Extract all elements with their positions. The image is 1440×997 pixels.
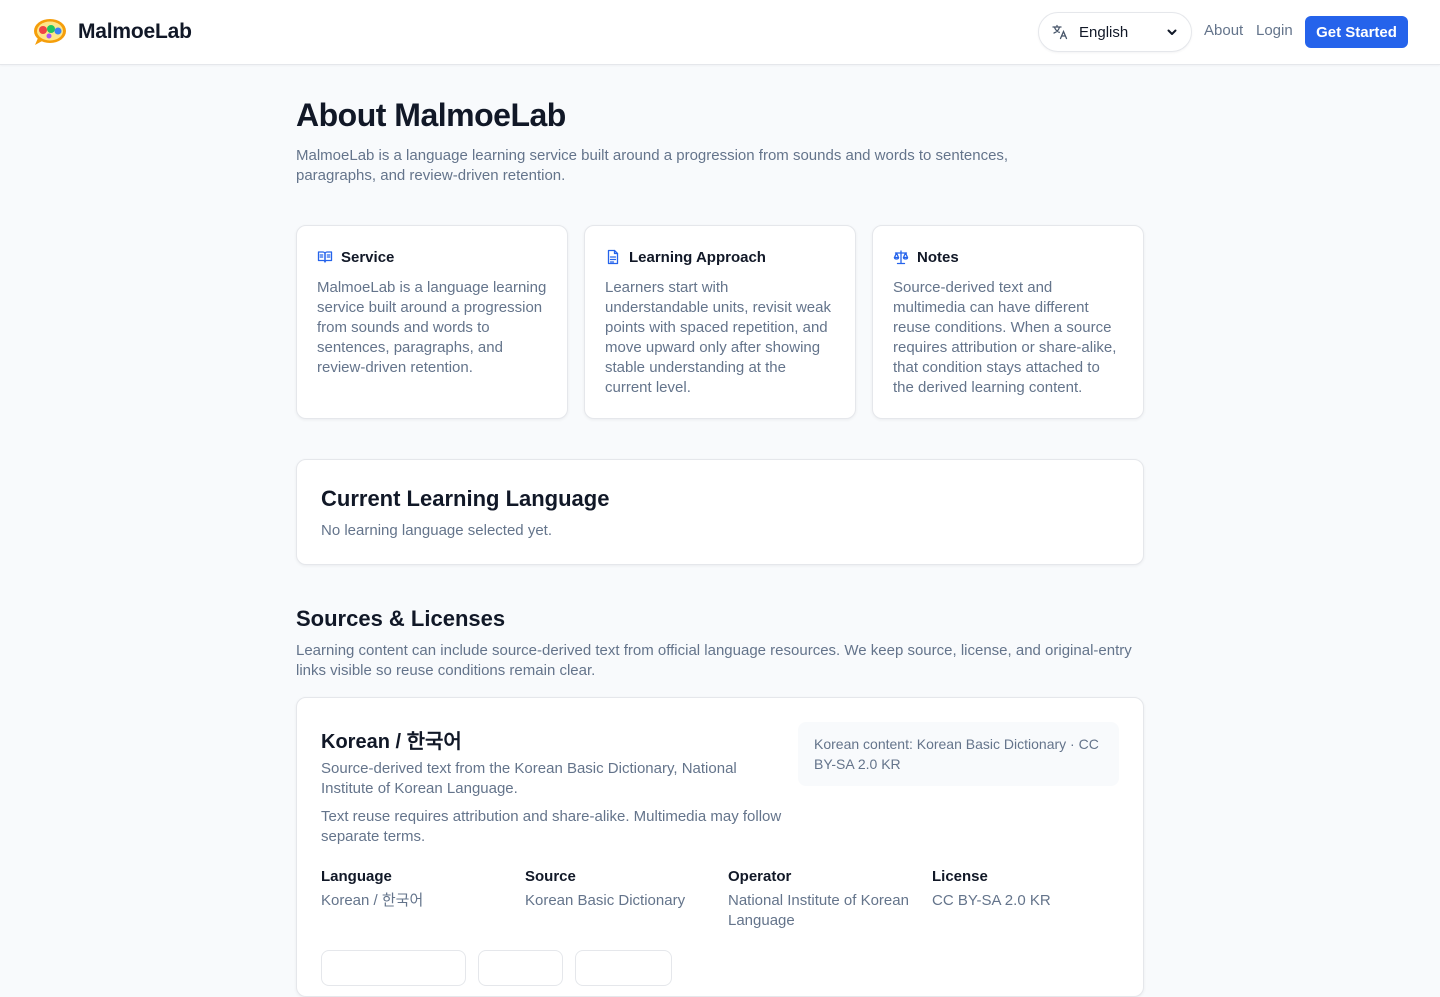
brand-name: MalmoeLab <box>78 20 192 43</box>
source-name: Korean / 한국어 <box>321 731 462 753</box>
source-link-button[interactable] <box>575 950 672 986</box>
nav-link-login[interactable]: Login <box>1256 22 1293 39</box>
book-open-icon <box>317 251 333 263</box>
card-service: Service MalmoeLab is a language learning… <box>296 225 568 419</box>
current-language-status: No learning language selected yet. <box>321 522 552 539</box>
card-learning-approach: Learning Approach Learners start with un… <box>584 225 856 419</box>
source-license-badge: Korean content: Korean Basic Dictionary … <box>798 722 1119 786</box>
source-summary: Source-derived text from the Korean Basi… <box>321 760 737 797</box>
malmoelab-logo-icon <box>34 19 66 45</box>
info-cards: Service MalmoeLab is a language learning… <box>296 225 1144 419</box>
meta-label: Source <box>525 868 576 885</box>
meta-label: License <box>932 868 988 885</box>
meta-language: Language Korean / 한국어 <box>321 868 511 911</box>
top-navigation-bar: MalmoeLab English About Login Get Starte… <box>0 0 1440 65</box>
source-link-button[interactable] <box>478 950 563 986</box>
nav-link-about[interactable]: About <box>1204 22 1243 39</box>
section-title: Current Learning Language <box>321 486 610 511</box>
card-title: Service <box>341 248 395 266</box>
meta-label: Language <box>321 868 392 885</box>
meta-source: Source Korean Basic Dictionary <box>525 868 715 911</box>
sources-description: Learning content can include source-deri… <box>296 642 1132 679</box>
card-notes: Notes Source-derived text and multimedia… <box>872 225 1144 419</box>
meta-operator: Operator National Institute of Korean La… <box>728 868 918 931</box>
source-link-buttons <box>321 950 672 986</box>
get-started-button[interactable]: Get Started <box>1305 16 1408 48</box>
sources-title: Sources & Licenses <box>296 606 506 631</box>
page-title: About MalmoeLab <box>296 97 566 133</box>
chevron-down-icon <box>1167 29 1177 35</box>
meta-value: National Institute of Korean Language <box>728 892 909 929</box>
document-icon <box>607 249 619 265</box>
meta-label: Operator <box>728 868 792 885</box>
brand[interactable]: MalmoeLab <box>32 16 192 48</box>
card-body: Source-derived text and multimedia can h… <box>893 279 1117 396</box>
page-intro: MalmoeLab is a language learning service… <box>296 147 1009 184</box>
source-terms: Text reuse requires attribution and shar… <box>321 808 782 845</box>
current-learning-language-panel: Current Learning Language No learning la… <box>296 459 1144 565</box>
source-metadata: Language Korean / 한국어 Source Korean Basi… <box>321 868 1121 938</box>
language-select[interactable]: English <box>1038 12 1192 52</box>
source-link-button[interactable] <box>321 950 466 986</box>
card-title: Learning Approach <box>629 248 766 266</box>
meta-value: CC BY-SA 2.0 KR <box>932 892 1051 909</box>
meta-value: Korean Basic Dictionary <box>525 892 686 909</box>
source-card-korean: Korean / 한국어 Source-derived text from th… <box>296 697 1144 997</box>
card-body: Learners start with understandable units… <box>605 279 831 396</box>
meta-value: Korean / 한국어 <box>321 892 424 909</box>
translate-icon <box>1052 24 1068 40</box>
language-select-value: English <box>1079 23 1129 41</box>
scale-icon <box>893 250 909 265</box>
card-body: MalmoeLab is a language learning service… <box>317 279 547 376</box>
meta-license: License CC BY-SA 2.0 KR <box>932 868 1122 911</box>
card-title: Notes <box>917 248 959 266</box>
